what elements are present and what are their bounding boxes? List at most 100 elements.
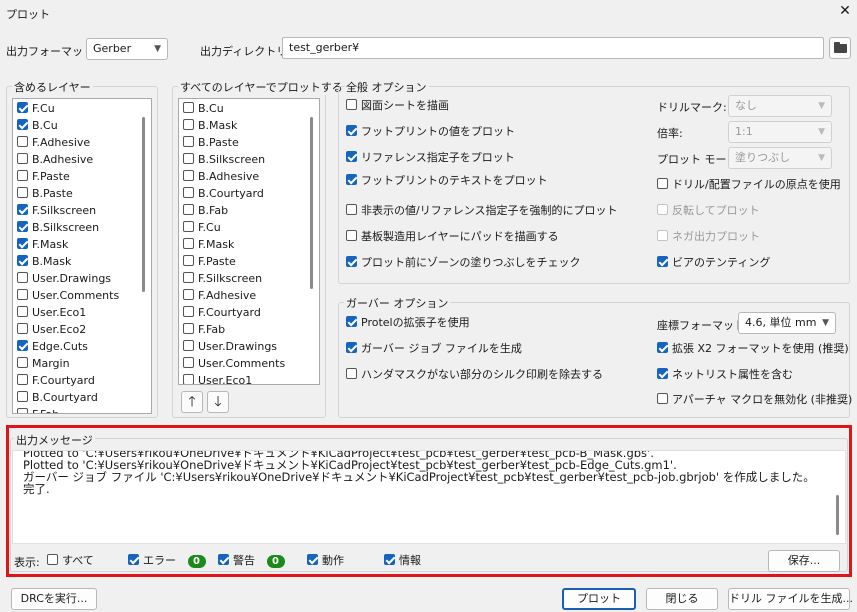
general-option[interactable]: 図面シートを描画 [346,98,449,114]
layer-item[interactable]: F.Silkscreen [17,202,96,219]
checkbox[interactable] [17,221,28,232]
save-messages-button[interactable]: 保存... [768,550,840,572]
checkbox[interactable] [657,393,668,404]
general-option[interactable]: フットプリントの値をプロット [346,124,515,140]
checkbox[interactable] [307,554,318,565]
checkbox[interactable] [17,408,28,413]
drill-marks-select[interactable]: なし ▼ [728,95,832,117]
checkbox[interactable] [183,255,194,266]
layer-item[interactable]: F.Paste [17,168,70,185]
layer-item[interactable]: B.Silkscreen [17,219,99,236]
checkbox[interactable] [183,289,194,300]
checkbox[interactable] [17,136,28,147]
checkbox[interactable] [17,391,28,402]
checkbox[interactable] [183,306,194,317]
gerber-option[interactable]: 拡張 X2 フォーマットを使用 (推奨) [657,341,849,357]
checkbox[interactable] [183,323,194,334]
filter-errors[interactable]: エラー 0 [128,553,206,569]
layer-item[interactable]: B.Silkscreen [183,151,265,168]
messages-log[interactable]: Plotted to 'C:¥Users¥rikou¥OneDrive¥ドキュメ… [12,450,846,544]
checkbox[interactable] [47,554,58,565]
checkbox[interactable] [183,102,194,113]
layer-item[interactable]: B.Fab [183,202,228,219]
layer-item[interactable]: Edge.Cuts [17,338,88,355]
layer-item[interactable]: F.Mask [183,236,234,253]
layer-item[interactable]: F.Courtyard [183,304,261,321]
layer-item[interactable]: F.Cu [183,219,221,236]
layer-item[interactable]: User.Eco1 [183,372,252,384]
checkbox[interactable] [17,238,28,249]
checkbox[interactable] [183,357,194,368]
checkbox[interactable] [17,374,28,385]
general-option[interactable]: 非表示の値/リファレンス指定子を強制的にプロット [346,203,617,219]
output-dir-input[interactable]: test_gerber¥ [282,37,824,59]
checkbox[interactable] [346,204,357,215]
layer-item[interactable]: User.Comments [183,355,285,372]
layer-item[interactable]: B.Courtyard [17,389,98,406]
general-option[interactable]: リファレンス指定子をプロット [346,150,515,166]
layer-item[interactable]: B.Cu [17,117,58,134]
layer-item[interactable]: F.Mask [17,236,68,253]
layer-item[interactable]: F.Courtyard [17,372,95,389]
checkbox[interactable] [183,374,194,384]
layer-item[interactable]: B.Cu [183,100,224,117]
layer-item[interactable]: B.Mask [183,117,237,134]
layer-item[interactable]: F.Cu [17,100,55,117]
checkbox[interactable] [346,99,357,110]
layer-item[interactable]: B.Adhesive [183,168,259,185]
layer-item[interactable]: F.Silkscreen [183,270,262,287]
layer-item[interactable]: Margin [17,355,70,372]
checkbox[interactable] [17,187,28,198]
close-button[interactable]: 閉じる [646,588,718,610]
checkbox[interactable] [183,204,194,215]
browse-folder-button[interactable] [829,37,851,59]
checkbox[interactable] [657,178,668,189]
plot-mode-select[interactable]: 塗りつぶし ▼ [728,147,832,169]
messages-scrollbar[interactable] [836,495,839,535]
move-down-button[interactable]: 🡓 [207,391,229,413]
general-option[interactable]: フットプリントのテキストをプロット [346,173,548,189]
filter-info[interactable]: 情報 [384,553,421,569]
layer-item[interactable]: User.Eco1 [17,304,86,321]
checkbox[interactable] [183,238,194,249]
checkbox[interactable] [17,306,28,317]
checkbox[interactable] [17,340,28,351]
checkbox[interactable] [384,554,395,565]
run-drc-button[interactable]: DRCを実行... [11,588,97,610]
checkbox[interactable] [657,342,668,353]
all-layers-list[interactable]: B.Cu B.Mask B.Paste B.Silkscreen B.Adhesive B… [178,98,320,385]
layer-item[interactable]: F.Fab [183,321,225,338]
coord-format-select[interactable]: 4.6, 単位 mm ▼ [738,312,836,334]
checkbox[interactable] [183,340,194,351]
checkbox[interactable] [657,256,668,267]
checkbox[interactable] [17,255,28,266]
checkbox[interactable] [218,554,229,565]
format-select[interactable]: Gerber ▼ [86,38,168,60]
checkbox[interactable] [183,221,194,232]
filter-warnings[interactable]: 警告 0 [218,553,285,569]
layer-item[interactable]: F.Fab [17,406,59,413]
checkbox[interactable] [17,170,28,181]
gerber-option[interactable]: アパーチャ マクロを無効化 (非推奨) [657,392,852,408]
general-option[interactable]: プロット前にゾーンの塗りつぶしをチェック [346,255,581,271]
filter-all[interactable]: すべて [47,553,94,569]
general-option[interactable]: ドリル/配置ファイルの原点を使用 [657,177,841,193]
checkbox[interactable] [346,342,357,353]
checkbox[interactable] [17,272,28,283]
layer-item[interactable]: B.Paste [17,185,73,202]
checkbox[interactable] [183,136,194,147]
all-layers-scrollbar[interactable] [310,117,313,289]
generate-drill-files-button[interactable]: ドリル ファイルを生成... [728,588,853,610]
layer-item[interactable]: B.Mask [17,253,71,270]
checkbox[interactable] [17,289,28,300]
checkbox[interactable] [17,323,28,334]
checkbox[interactable] [183,272,194,283]
checkbox[interactable] [17,119,28,130]
checkbox[interactable] [346,230,357,241]
plot-button[interactable]: プロット [562,588,636,610]
general-option[interactable]: 基板製造用レイヤーにパッドを描画する [346,229,559,245]
checkbox[interactable] [183,187,194,198]
layer-item[interactable]: User.Eco2 [17,321,86,338]
layer-item[interactable]: B.Adhesive [17,151,93,168]
layer-item[interactable]: B.Paste [183,134,239,151]
